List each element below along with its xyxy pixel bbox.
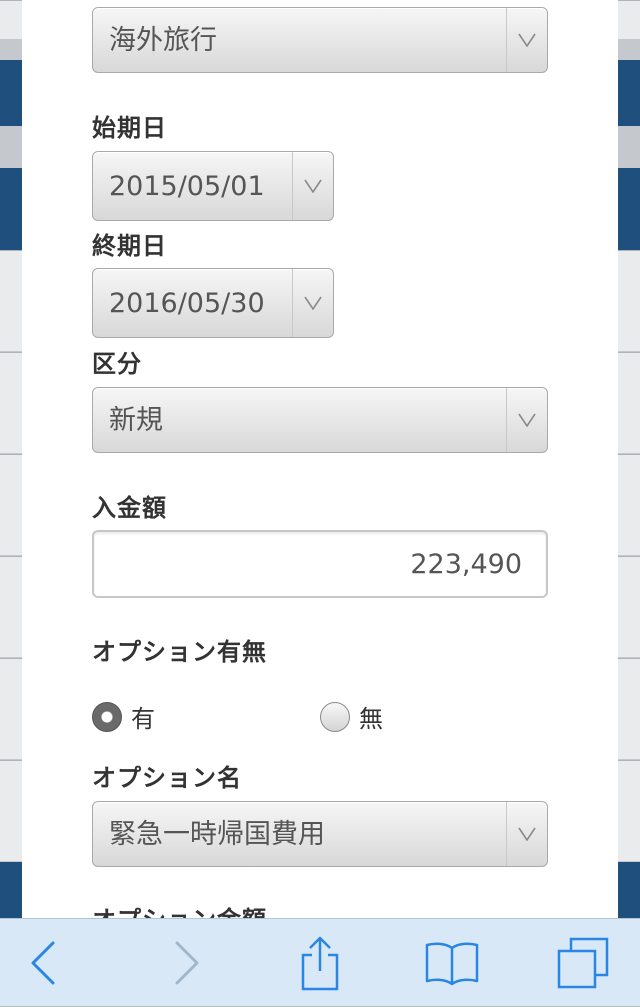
chevron-down-icon [506,388,547,452]
start-date-label: 始期日 [92,114,167,142]
option-yes-label: 有 [131,705,155,733]
chevron-down-icon [292,269,333,337]
end-date-value: 2016/05/30 [109,288,265,319]
option-yes-radio[interactable] [92,702,122,732]
tabs-button[interactable] [548,919,618,1007]
share-icon [300,935,340,991]
category-value: 新規 [109,405,163,436]
option-no-radio[interactable] [320,702,350,732]
back-icon [30,941,56,985]
forward-button[interactable] [152,919,222,1007]
form-modal: 海外旅行 始期日 2015/05/01 終期日 2016/05/30 区分 新規… [22,0,618,918]
forward-icon [174,941,200,985]
end-date-select[interactable]: 2016/05/30 [92,268,334,338]
destination-value: 海外旅行 [109,25,217,56]
option-no-label: 無 [359,705,383,733]
option-amount-label: オプション金額 [92,900,267,918]
category-select[interactable]: 新規 [92,387,548,453]
back-button[interactable] [8,919,78,1007]
option-name-select[interactable]: 緊急一時帰国費用 [92,801,548,867]
start-date-value: 2015/05/01 [109,171,265,202]
chevron-down-icon [506,802,547,866]
bookmarks-button[interactable] [417,919,487,1007]
category-label: 区分 [92,350,142,378]
payment-label: 入金額 [92,494,167,522]
chevron-down-icon [292,152,333,220]
tabs-icon [557,937,609,989]
chevron-down-icon [506,8,547,72]
browser-toolbar [0,918,640,1006]
bookmarks-icon [425,940,479,986]
option-presence-label: オプション有無 [92,638,267,666]
start-date-select[interactable]: 2015/05/01 [92,151,334,221]
destination-select[interactable]: 海外旅行 [92,7,548,73]
share-button[interactable] [285,919,355,1007]
payment-input[interactable] [92,530,548,598]
option-name-value: 緊急一時帰国費用 [109,819,325,850]
end-date-label: 終期日 [92,232,167,260]
option-name-label: オプション名 [92,764,242,792]
